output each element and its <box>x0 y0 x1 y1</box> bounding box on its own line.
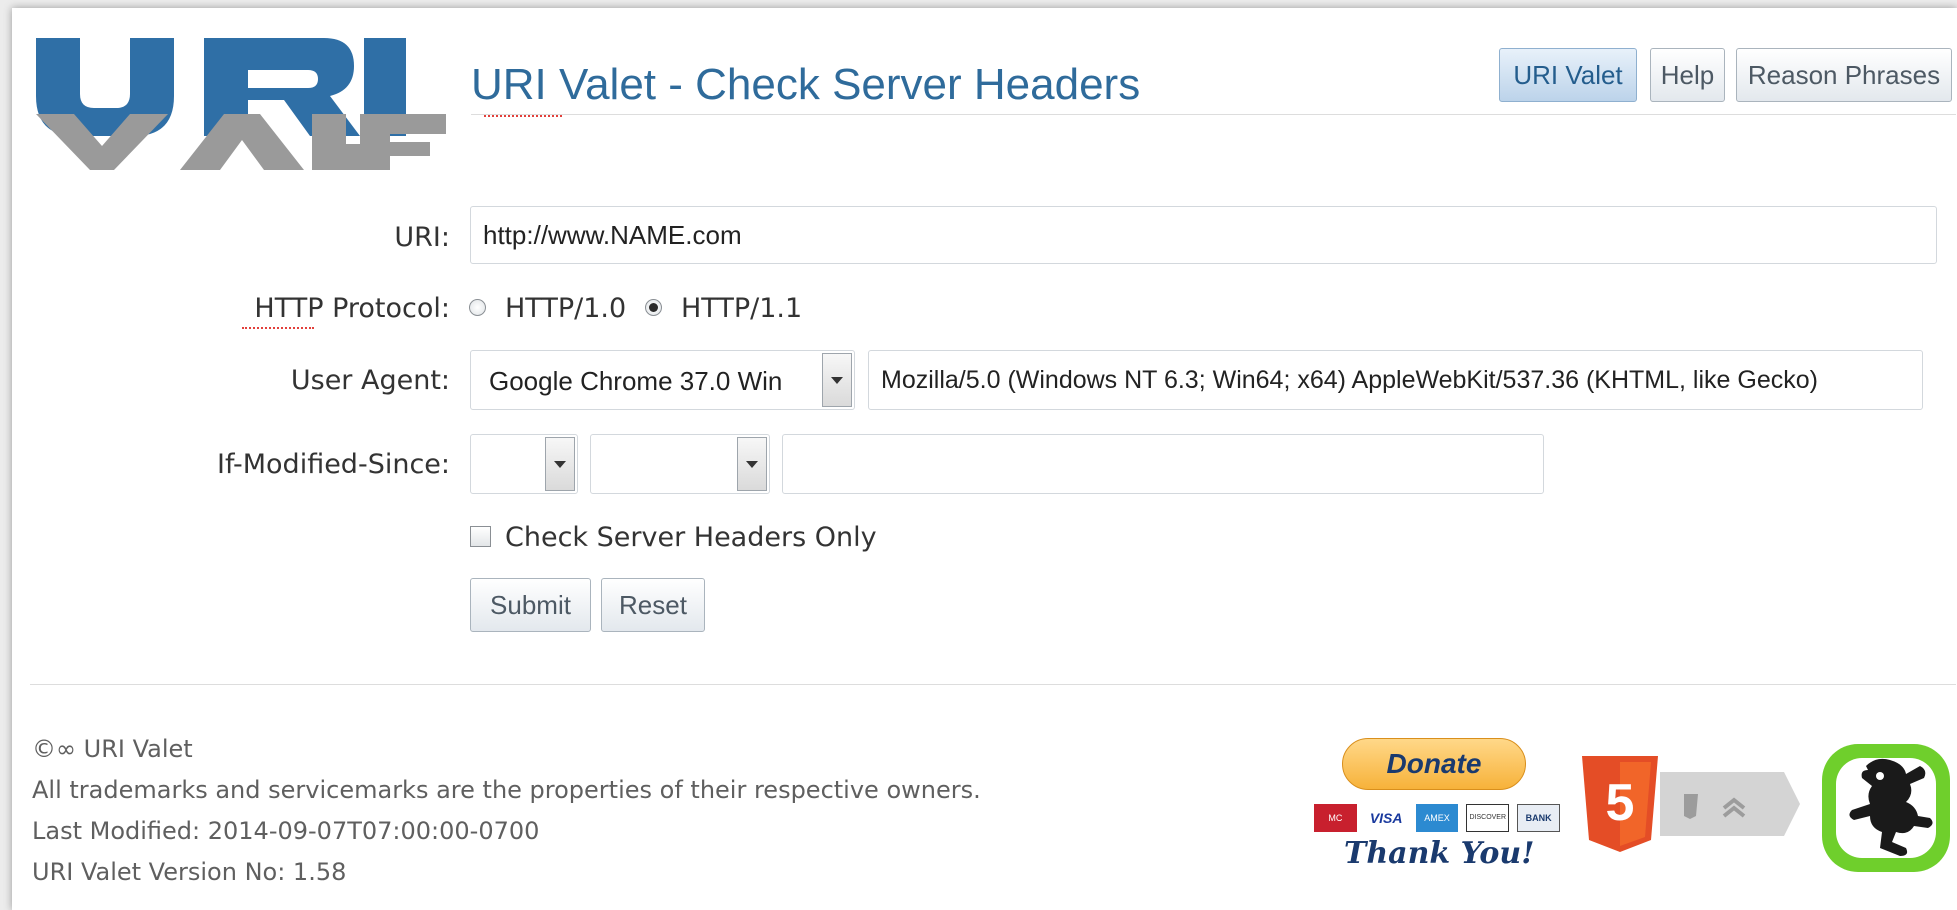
if-modified-time-input[interactable] <box>782 434 1544 494</box>
http10-radio[interactable] <box>469 299 486 316</box>
page-title: URI Valet - Check Server Headers <box>471 60 1141 109</box>
uri-valet-logo <box>36 38 446 170</box>
html5-icon: 5 <box>1582 756 1658 852</box>
headers-only-label[interactable]: Check Server Headers Only <box>505 522 877 553</box>
thank-you-text: Thank You! <box>1344 836 1535 871</box>
http11-label[interactable]: HTTP/1.1 <box>681 293 802 324</box>
trademarks-text: All trademarks and servicemarks are the … <box>32 776 981 804</box>
user-agent-string-input[interactable]: Mozilla/5.0 (Windows NT 6.3; Win64; x64)… <box>868 350 1923 410</box>
user-agent-select[interactable]: Google Chrome 37.0 Win <box>470 350 855 410</box>
protocol-label: HTTP Protocol: <box>254 293 450 324</box>
last-modified-text: Last Modified: 2014-09-07T07:00:00-0700 <box>32 817 540 845</box>
if-modified-since-label: If-Modified-Since: <box>217 449 450 480</box>
if-modified-day-select[interactable] <box>470 434 578 494</box>
discover-icon: DISCOVER <box>1466 804 1510 832</box>
uri-label: URI: <box>394 222 450 253</box>
visa-icon: VISA <box>1364 804 1408 832</box>
amex-icon: AMEX <box>1415 804 1459 832</box>
headers-only-checkbox[interactable] <box>470 526 491 547</box>
nav-uri-valet-button[interactable]: URI Valet <box>1499 48 1637 102</box>
html5-number: 5 <box>1606 774 1635 832</box>
http11-radio[interactable] <box>645 299 662 316</box>
bank-icon: BANK <box>1517 804 1560 832</box>
uri-input[interactable]: http://www.NAME.com <box>470 206 1937 264</box>
chevron-down-icon[interactable] <box>545 437 575 491</box>
css3-badge-icon <box>1660 772 1800 836</box>
frog-logo-icon <box>1822 744 1950 872</box>
footer-divider <box>30 684 1956 685</box>
chevron-down-icon[interactable] <box>822 353 852 407</box>
copyright-text: ©∞ URI Valet <box>32 735 193 763</box>
user-agent-selected-value: Google Chrome 37.0 Win <box>489 366 783 396</box>
http10-label[interactable]: HTTP/1.0 <box>505 293 626 324</box>
donate-button[interactable]: Donate <box>1342 738 1526 790</box>
header-divider <box>471 114 1956 115</box>
user-agent-label: User Agent: <box>290 365 450 396</box>
payment-cards: MC VISA AMEX DISCOVER BANK <box>1314 804 1560 832</box>
reset-button[interactable]: Reset <box>601 578 705 632</box>
nav-reason-phrases-button[interactable]: Reason Phrases <box>1736 48 1952 102</box>
if-modified-month-select[interactable] <box>590 434 770 494</box>
spellcheck-underline <box>242 324 314 329</box>
chevron-down-icon[interactable] <box>737 437 767 491</box>
submit-button[interactable]: Submit <box>470 578 591 632</box>
mastercard-icon: MC <box>1314 804 1357 832</box>
version-text: URI Valet Version No: 1.58 <box>32 858 347 886</box>
nav-help-button[interactable]: Help <box>1650 48 1725 102</box>
